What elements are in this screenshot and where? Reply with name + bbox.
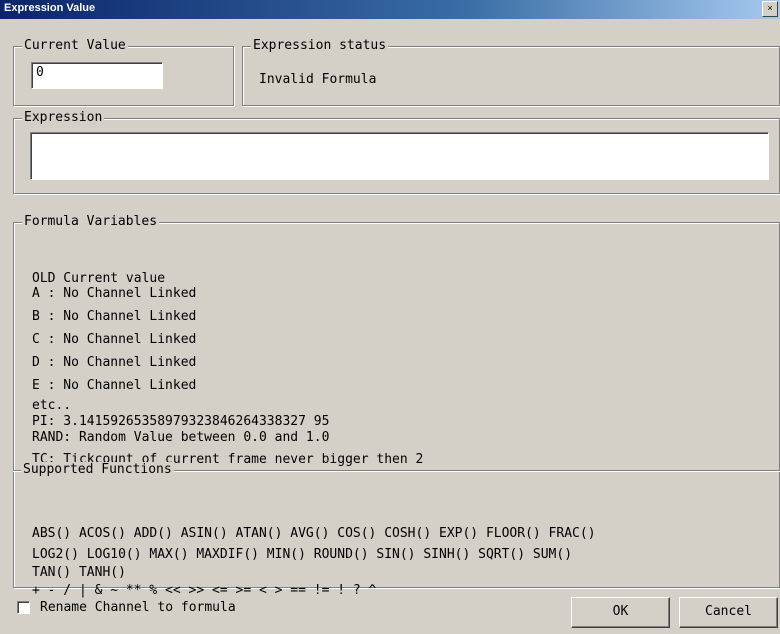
function-line: ABS() ACOS() ADD() ASIN() ATAN() AVG() C… — [32, 526, 596, 541]
close-icon[interactable]: × — [762, 1, 778, 17]
window-title: Expression Value — [4, 2, 96, 14]
supported-functions-label: Supported Functions — [21, 462, 174, 478]
ok-button[interactable]: OK — [571, 597, 670, 628]
supported-functions-list: ABS() ACOS() ADD() ASIN() ATAN() AVG() C… — [32, 525, 596, 600]
expression-input[interactable] — [31, 133, 768, 152]
rename-checkbox[interactable] — [17, 601, 30, 614]
rename-checkbox-label: Rename Channel to formula — [40, 600, 236, 615]
variable-line: D : No Channel Linked — [32, 355, 197, 370]
formula-variables-label: Formula Variables — [22, 214, 160, 230]
current-value-label: Current Value — [22, 38, 128, 54]
expression-label: Expression — [22, 110, 105, 126]
current-value-input[interactable] — [32, 63, 162, 82]
variable-line: B : No Channel Linked — [32, 309, 197, 324]
expression-status-text: Invalid Formula — [259, 72, 377, 87]
variable-line: PI: 3.14159265358979323846264338327 95 — [32, 414, 330, 429]
title-bar: Expression Value × — [0, 0, 780, 19]
expression-field-box — [30, 132, 769, 180]
formula-variables-list: OLD Current value A : No Channel Linked … — [32, 271, 423, 468]
variable-line: A : No Channel Linked — [32, 286, 197, 301]
variable-line: E : No Channel Linked — [32, 378, 197, 393]
variable-line: etc.. — [32, 398, 72, 413]
variable-line: RAND: Random Value between 0.0 and 1.0 — [32, 430, 330, 445]
cancel-button[interactable]: Cancel — [679, 597, 778, 628]
function-line: LOG2() LOG10() MAX() MAXDIF() MIN() ROUN… — [32, 547, 573, 562]
variable-line: C : No Channel Linked — [32, 332, 197, 347]
expression-status-label: Expression status — [251, 38, 389, 54]
variable-line: OLD Current value — [32, 271, 166, 286]
function-line: TAN() TANH() — [32, 565, 126, 580]
current-value-field-box — [31, 62, 163, 89]
function-line: + - / | & ~ ** % << >> <= >= < > == != !… — [32, 583, 377, 598]
